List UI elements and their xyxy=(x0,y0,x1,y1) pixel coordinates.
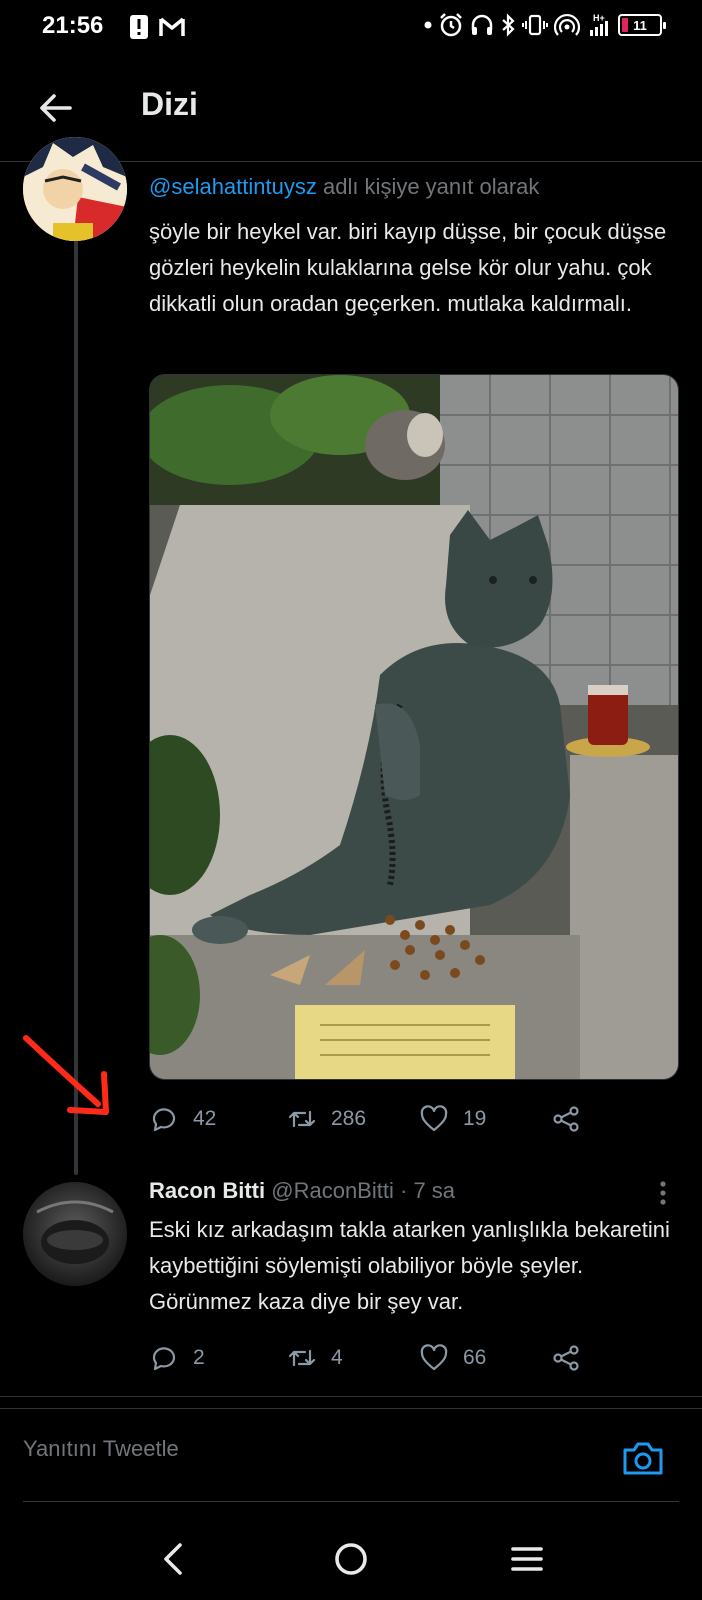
back-arrow-icon[interactable] xyxy=(36,88,76,128)
reply-icon xyxy=(152,1108,176,1132)
tweet-text: Eski kız arkadaşım takla atarken yanlışl… xyxy=(149,1217,670,1314)
gmail-icon xyxy=(159,17,185,36)
svg-text:H+: H+ xyxy=(593,13,605,23)
divider xyxy=(0,1408,702,1409)
retweet-button[interactable]: 4 xyxy=(287,1338,343,1378)
tweet-text: şöyle bir heykel var. biri kayıp düşse, … xyxy=(149,219,667,316)
retweet-button[interactable]: 286 xyxy=(287,1099,366,1139)
headphones-icon xyxy=(471,14,493,35)
tweet-timestamp[interactable]: 7 sa xyxy=(413,1178,455,1203)
share-button[interactable] xyxy=(551,1099,581,1139)
system-nav-bar xyxy=(0,1515,702,1600)
alert-icon xyxy=(130,15,148,39)
red-arrow-annotation xyxy=(23,1035,109,1115)
avatar[interactable] xyxy=(23,137,127,241)
like-count: 66 xyxy=(463,1346,487,1369)
tweet-media-image[interactable] xyxy=(149,374,679,1080)
reply-icon xyxy=(152,1347,176,1371)
tweet-actions: 2 4 66 xyxy=(149,1338,619,1378)
share-icon xyxy=(553,1106,579,1132)
tweet-actions: 42 286 19 xyxy=(149,1099,619,1139)
share-button[interactable] xyxy=(551,1338,581,1378)
tweet-header: Racon Bitti @RaconBitti · 7 sa xyxy=(149,1178,455,1204)
like-count: 19 xyxy=(463,1107,487,1130)
retweet-count: 286 xyxy=(331,1107,367,1130)
vibrate-icon xyxy=(522,14,548,36)
divider xyxy=(0,1396,702,1397)
avatar[interactable] xyxy=(23,1182,127,1286)
reply-suffix: adlı kişiye yanıt olarak xyxy=(316,174,540,199)
like-button[interactable]: 66 xyxy=(419,1338,486,1378)
battery-level: 11 xyxy=(633,17,647,33)
author-handle[interactable]: @RaconBitti xyxy=(271,1178,394,1203)
heart-icon xyxy=(420,1105,448,1132)
header-separator: · xyxy=(399,1178,408,1203)
alarm-icon xyxy=(440,13,462,37)
bluetooth-icon xyxy=(502,13,515,37)
reply-mention-link[interactable]: @selahattintuysz xyxy=(149,174,317,199)
nav-menu-icon[interactable] xyxy=(505,1537,549,1581)
retweet-icon xyxy=(288,1110,316,1128)
reply-composer: Yanıtını Tweetle xyxy=(23,1410,679,1502)
hotspot-icon xyxy=(554,13,580,36)
nav-back-icon[interactable] xyxy=(152,1537,196,1581)
retweet-icon xyxy=(288,1349,316,1367)
retweet-count: 4 xyxy=(331,1346,343,1369)
share-icon xyxy=(553,1345,579,1371)
reply-input[interactable]: Yanıtını Tweetle xyxy=(23,1436,179,1462)
more-options-icon[interactable] xyxy=(652,1178,674,1208)
status-bar: 21:56 H+ 11 xyxy=(0,0,702,56)
nav-home-icon[interactable] xyxy=(329,1537,373,1581)
status-time: 21:56 xyxy=(42,12,104,39)
page-title: Dizi xyxy=(141,86,198,122)
reply-count: 2 xyxy=(193,1346,205,1369)
author-name[interactable]: Racon Bitti xyxy=(149,1178,265,1203)
reply-count: 42 xyxy=(193,1107,217,1130)
dot-icon xyxy=(424,21,432,29)
heart-icon xyxy=(420,1344,448,1371)
like-button[interactable]: 19 xyxy=(419,1099,486,1139)
reply-button[interactable]: 2 xyxy=(149,1338,205,1378)
camera-icon[interactable] xyxy=(621,1438,665,1478)
battery-icon: 11 xyxy=(618,14,666,36)
reply-context: @selahattintuysz adlı kişiye yanıt olara… xyxy=(149,174,539,200)
reply-button[interactable]: 42 xyxy=(149,1099,216,1139)
signal-icon: H+ xyxy=(590,13,608,36)
